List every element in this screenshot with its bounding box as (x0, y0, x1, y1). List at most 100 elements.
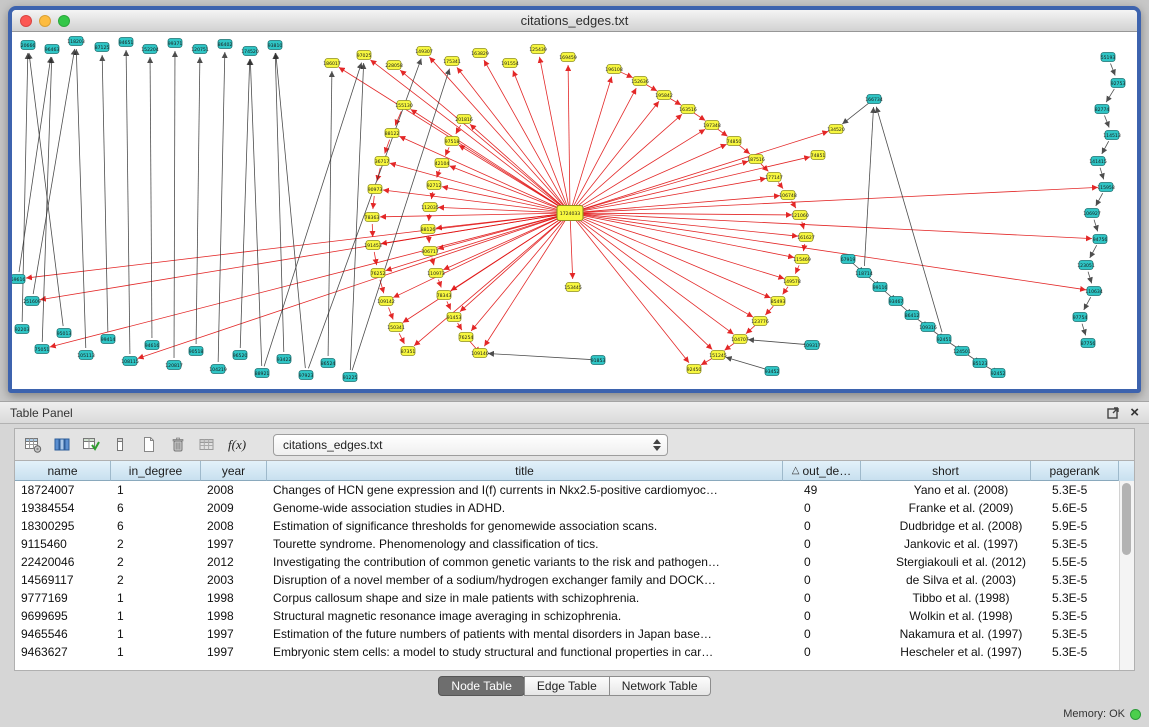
graph-edge[interactable] (460, 218, 565, 312)
graph-edge[interactable] (1102, 141, 1109, 154)
column-header-in_degree[interactable]: in_degree (111, 461, 201, 481)
graph-edge[interactable] (670, 99, 681, 105)
graph-edge[interactable] (1090, 245, 1097, 258)
graph-edge[interactable] (646, 85, 657, 91)
graph-edge[interactable] (1105, 116, 1110, 128)
graph-edge[interactable] (842, 103, 868, 124)
table-row[interactable]: 977716911998Corpus callosum shape and si… (15, 589, 1134, 607)
network-view[interactable]: 1724033186017970252280581493071753411638… (12, 33, 1137, 389)
graph-edge[interactable] (701, 359, 712, 365)
graph-edge[interactable] (76, 49, 86, 348)
graph-edge[interactable] (748, 340, 805, 345)
graph-edge[interactable] (411, 109, 564, 209)
graph-edge[interactable] (399, 333, 404, 344)
table-scrollbar[interactable] (1119, 481, 1134, 670)
graph-edge[interactable] (864, 107, 873, 266)
graph-edge[interactable] (275, 53, 284, 352)
graph-edge[interactable] (264, 63, 361, 367)
delete-icon[interactable] (168, 435, 188, 455)
graph-edge[interactable] (438, 280, 441, 288)
column-header-pagerank[interactable]: pagerank (1031, 461, 1119, 481)
graph-edge[interactable] (431, 192, 432, 199)
graph-edge[interactable] (350, 63, 363, 370)
graph-edge[interactable] (1094, 220, 1098, 232)
graph-edge[interactable] (1082, 324, 1086, 336)
graph-edge[interactable] (568, 65, 570, 206)
graph-edge[interactable] (577, 187, 1098, 212)
column-header-year[interactable]: year (201, 461, 267, 481)
graph-edge[interactable] (414, 218, 565, 346)
select-columns-icon[interactable] (52, 435, 72, 455)
graph-edge[interactable] (570, 220, 572, 279)
table-row[interactable]: 946554611997Estimation of the future num… (15, 625, 1134, 643)
graph-edge[interactable] (19, 57, 51, 272)
zoom-button[interactable] (58, 15, 70, 27)
scrollbar-thumb[interactable] (1122, 483, 1131, 555)
graph-edge[interactable] (400, 70, 565, 208)
graph-edge[interactable] (1111, 64, 1116, 76)
table-row[interactable]: 1938455462009Genome-wide association stu… (15, 499, 1134, 517)
column-header-name[interactable]: name (15, 461, 111, 481)
graph-edge[interactable] (573, 88, 636, 207)
graph-edge[interactable] (471, 218, 565, 331)
graph-edge[interactable] (196, 57, 200, 344)
graph-edge[interactable] (276, 53, 306, 368)
graph-edge[interactable] (429, 214, 430, 221)
column-icon[interactable] (110, 435, 130, 455)
graph-edge[interactable] (488, 353, 591, 359)
minimize-button[interactable] (39, 15, 51, 27)
table-row[interactable]: 1872400712008Changes of HCN gene express… (15, 481, 1134, 499)
column-header-title[interactable]: title (267, 461, 783, 481)
table-row[interactable]: 1456911722003Disruption of a novel membe… (15, 571, 1134, 589)
graph-edge[interactable] (429, 57, 565, 208)
close-button[interactable] (20, 15, 32, 27)
graph-edge[interactable] (726, 357, 766, 369)
graph-edge[interactable] (572, 77, 612, 207)
table-row[interactable]: 1830029562008Estimation of significance … (15, 517, 1134, 535)
graph-edge[interactable] (876, 107, 942, 333)
table-row[interactable]: 911546021997Tourette syndrome. Phenomeno… (15, 535, 1134, 553)
graph-edge[interactable] (470, 124, 565, 208)
graph-edge[interactable] (739, 145, 749, 154)
graph-edge[interactable] (447, 301, 451, 309)
graph-edge[interactable] (1088, 272, 1092, 284)
panel-splitter[interactable] (0, 393, 1149, 401)
graph-edge[interactable] (574, 101, 659, 207)
graph-edge[interactable] (574, 218, 689, 362)
graph-edge[interactable] (459, 145, 564, 209)
graph-edge[interactable] (795, 265, 799, 273)
import-table-icon[interactable] (197, 435, 217, 455)
graph-edge[interactable] (783, 287, 788, 295)
graph-edge[interactable] (761, 164, 768, 171)
graph-edge[interactable] (33, 49, 74, 294)
graph-edge[interactable] (429, 236, 430, 243)
graph-edge[interactable] (718, 129, 728, 136)
graph-edge[interactable] (380, 213, 563, 217)
function-icon[interactable]: f(x) (226, 437, 248, 453)
add-column-icon[interactable] (81, 435, 101, 455)
close-panel-icon[interactable]: × (1130, 406, 1139, 420)
graph-edge[interactable] (445, 147, 449, 155)
graph-edge[interactable] (389, 308, 394, 320)
graph-edge[interactable] (102, 55, 108, 332)
graph-edge[interactable] (138, 215, 564, 358)
graph-edge[interactable] (1084, 297, 1091, 310)
graph-edge[interactable] (765, 306, 773, 315)
column-header-out_de[interactable]: △out_de… (783, 461, 861, 481)
graph-edge[interactable] (1106, 89, 1114, 102)
table-mode-icon[interactable] (23, 435, 43, 455)
graph-canvas[interactable]: 1724033186017970252280581493071753411638… (12, 33, 1137, 389)
table-select[interactable]: citations_edges.txt (273, 434, 668, 456)
graph-edge[interactable] (126, 50, 130, 354)
tab-node-table[interactable]: Node Table (438, 676, 525, 696)
graph-edge[interactable] (576, 129, 705, 209)
graph-edge[interactable] (29, 53, 63, 326)
graph-edge[interactable] (40, 214, 563, 300)
graph-edge[interactable] (395, 111, 401, 125)
graph-edge[interactable] (373, 196, 374, 209)
graph-edge[interactable] (746, 326, 755, 334)
graph-edge[interactable] (724, 343, 734, 350)
graph-edge[interactable] (577, 214, 1086, 290)
graph-edge[interactable] (1096, 193, 1103, 206)
tab-network-table[interactable]: Network Table (609, 676, 711, 696)
